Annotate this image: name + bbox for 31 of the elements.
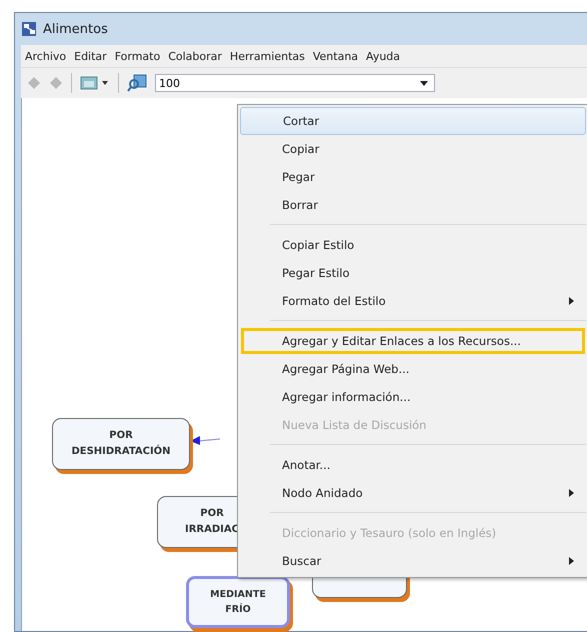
node-label: MEDIANTE — [210, 588, 266, 602]
view-dropdown-icon[interactable] — [80, 75, 110, 91]
menu-item[interactable]: Ayuda — [366, 48, 400, 64]
context-menu-item[interactable]: Pegar Estilo — [240, 259, 586, 287]
menu-item[interactable]: Herramientas — [230, 48, 305, 64]
menu-item[interactable]: Formato — [114, 48, 160, 64]
zoom-icon[interactable] — [127, 74, 147, 92]
node-label: FRÍO — [225, 602, 251, 617]
context-menu-item[interactable]: Copiar — [240, 135, 586, 163]
context-menu-item[interactable]: Copiar Estilo — [240, 231, 586, 259]
node-label: POR — [109, 429, 133, 443]
context-menu-item[interactable]: Anotar... — [240, 451, 586, 479]
connector-arrow — [190, 433, 220, 447]
zoom-combo-box[interactable]: 100 — [155, 74, 435, 92]
context-menu-item[interactable]: Formato del Estilo — [240, 287, 586, 315]
context-menu-item[interactable]: Buscar — [240, 547, 586, 575]
window-title: Alimentos — [43, 22, 108, 36]
menu-item[interactable]: Archivo — [25, 48, 66, 64]
node-label: DESHIDRATACIÓN — [71, 444, 171, 459]
app-icon — [21, 21, 37, 37]
node-label: POR — [200, 507, 224, 521]
menu-item[interactable]: Colaborar — [168, 48, 222, 64]
context-menu-item[interactable]: Borrar — [240, 191, 586, 219]
menu-item[interactable]: Editar — [74, 48, 107, 64]
node-label: IRRADIAC — [185, 523, 239, 537]
context-menu-item[interactable]: Agregar información... — [240, 383, 586, 411]
context-menu-item[interactable]: Agregar Página Web... — [240, 355, 586, 383]
context-menu-item[interactable]: Cortar — [240, 107, 586, 135]
context-menu-item[interactable]: Pegar — [240, 163, 586, 191]
context-menu-item[interactable]: Agregar y Editar Enlaces a los Recursos... — [240, 327, 586, 355]
menu-item[interactable]: Ventana — [312, 48, 358, 64]
